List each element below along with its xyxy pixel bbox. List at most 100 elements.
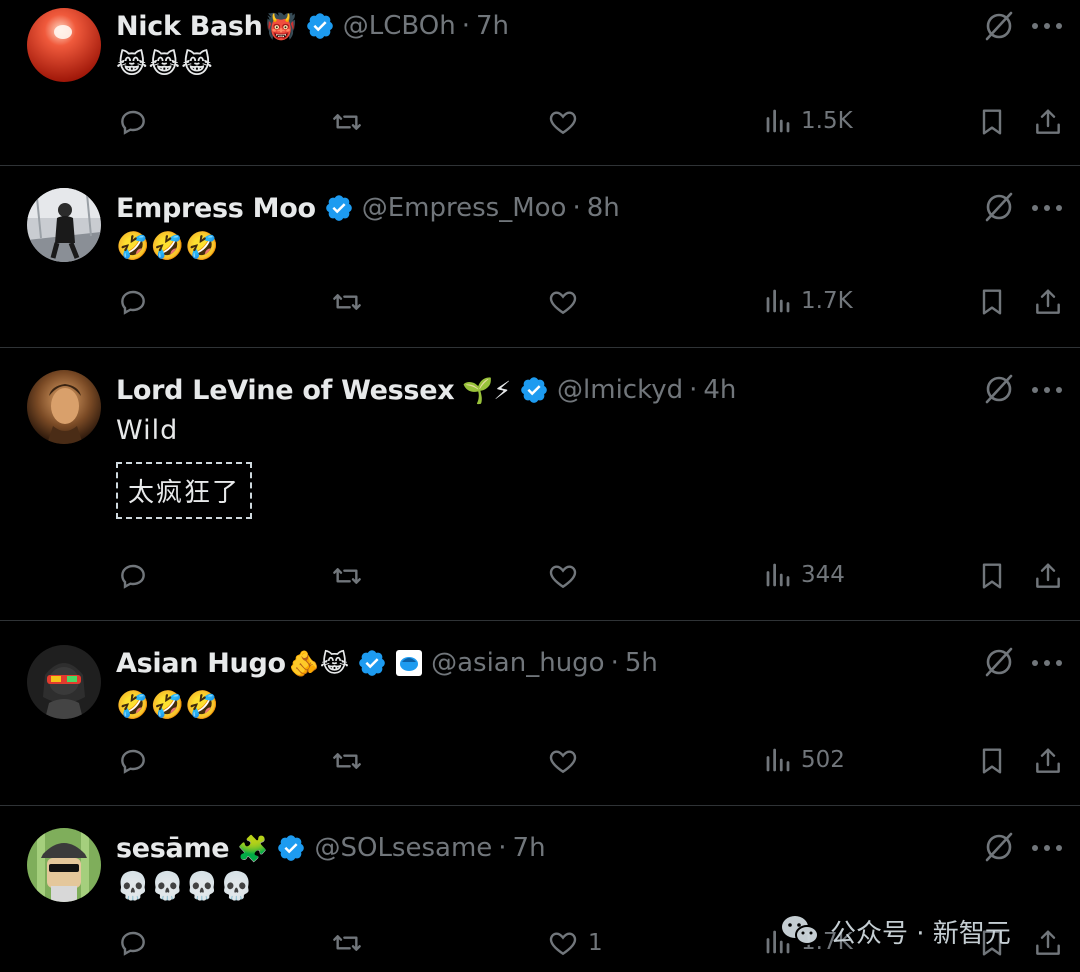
reply-button[interactable] xyxy=(117,927,149,959)
separator-dot: · xyxy=(610,648,619,678)
like-button[interactable] xyxy=(546,745,588,777)
retweet-icon xyxy=(333,114,361,130)
user-handle[interactable]: @LCBOh xyxy=(343,11,456,41)
tweet-item[interactable]: Nick Bash 👹 @LCBOh · 7h 😹😹😹 1.5K xyxy=(0,0,1080,166)
like-button[interactable]: 1 xyxy=(546,927,603,959)
reply-button[interactable] xyxy=(117,106,149,138)
more-options-icon[interactable] xyxy=(1032,385,1062,395)
user-handle[interactable]: @SOLsesame xyxy=(314,833,492,863)
avatar[interactable] xyxy=(27,645,101,719)
name-emoji: 👹 xyxy=(265,11,297,41)
tweet-item[interactable]: Lord LeVine of Wessex 🌱⚡ @lmickyd · 4h W… xyxy=(0,348,1080,621)
wechat-icon xyxy=(782,916,819,945)
like-button[interactable] xyxy=(546,560,588,592)
retweet-button[interactable] xyxy=(330,927,364,959)
views-button[interactable]: 344 xyxy=(763,560,845,590)
separator-dot: · xyxy=(498,833,507,863)
view-count: 1.5K xyxy=(801,108,853,134)
view-count: 502 xyxy=(801,747,845,773)
reply-icon xyxy=(121,749,145,774)
bookmark-button[interactable] xyxy=(976,745,1008,777)
display-name[interactable]: Asian Hugo xyxy=(116,648,286,679)
reply-icon xyxy=(121,290,145,315)
display-name[interactable]: sesāme xyxy=(116,833,230,864)
bookmark-button[interactable] xyxy=(976,560,1008,592)
tweet-text: 🤣🤣🤣 xyxy=(116,231,220,262)
bookmark-icon xyxy=(982,109,1002,135)
retweet-icon xyxy=(333,935,361,951)
grok-icon[interactable] xyxy=(982,9,1016,43)
bookmark-button[interactable] xyxy=(976,286,1008,318)
share-button[interactable] xyxy=(1032,927,1064,959)
grok-icon[interactable] xyxy=(982,372,1016,406)
heart-icon xyxy=(549,750,577,774)
tweet-header: Asian Hugo 🫵😹 @asian_hugo · 5h xyxy=(116,643,658,683)
bookmark-icon xyxy=(982,289,1002,315)
reply-button[interactable] xyxy=(117,745,149,777)
verified-badge-icon xyxy=(278,835,305,861)
display-name[interactable]: Lord LeVine of Wessex xyxy=(116,375,455,406)
tweet-header: Nick Bash 👹 @LCBOh · 7h xyxy=(116,6,509,46)
share-button[interactable] xyxy=(1032,286,1064,318)
display-name[interactable]: Empress Moo xyxy=(116,193,316,224)
like-button[interactable] xyxy=(546,106,588,138)
grok-icon[interactable] xyxy=(982,645,1016,679)
affiliate-badge-icon[interactable] xyxy=(395,649,423,677)
display-name[interactable]: Nick Bash xyxy=(116,11,263,42)
more-options-icon[interactable] xyxy=(1032,843,1062,853)
avatar[interactable] xyxy=(27,828,101,902)
views-button[interactable]: 502 xyxy=(763,745,845,775)
action-bar: 1.7K xyxy=(0,286,1080,326)
retweet-icon xyxy=(333,294,361,310)
more-options-icon[interactable] xyxy=(1032,203,1062,213)
view-count: 344 xyxy=(801,562,845,588)
timestamp[interactable]: 8h xyxy=(587,193,620,223)
share-button[interactable] xyxy=(1032,745,1064,777)
tweet-text: 💀💀💀💀 xyxy=(116,871,255,902)
tweet-item[interactable]: Asian Hugo 🫵😹 @asian_hugo · 5h 🤣🤣🤣 502 xyxy=(0,621,1080,806)
grok-icon[interactable] xyxy=(982,830,1016,864)
user-handle[interactable]: @asian_hugo xyxy=(431,648,604,678)
retweet-icon xyxy=(333,568,361,584)
retweet-button[interactable] xyxy=(330,286,364,318)
name-emoji: 🌱⚡ xyxy=(462,375,512,405)
tweet-item[interactable]: Empress Moo @Empress_Moo · 8h 🤣🤣🤣 1.7K xyxy=(0,166,1080,348)
views-button[interactable]: 1.7K xyxy=(763,286,853,316)
heart-icon xyxy=(549,291,577,315)
avatar[interactable] xyxy=(27,370,101,444)
more-options-icon[interactable] xyxy=(1032,658,1062,668)
reply-icon xyxy=(121,931,145,956)
avatar[interactable] xyxy=(27,8,101,82)
retweet-button[interactable] xyxy=(330,560,364,592)
grok-icon[interactable] xyxy=(982,190,1016,224)
like-button[interactable] xyxy=(546,286,588,318)
verified-badge-icon xyxy=(325,195,352,221)
share-icon xyxy=(1036,563,1060,588)
avatar[interactable] xyxy=(27,188,101,262)
tweet-text: 😹😹😹 xyxy=(116,49,214,80)
timestamp[interactable]: 7h xyxy=(513,833,546,863)
reply-button[interactable] xyxy=(117,286,149,318)
action-bar: 502 xyxy=(0,745,1080,785)
reply-button[interactable] xyxy=(117,560,149,592)
action-bar: 344 xyxy=(0,560,1080,600)
share-icon xyxy=(1036,289,1060,314)
share-button[interactable] xyxy=(1032,560,1064,592)
retweet-button[interactable] xyxy=(330,745,364,777)
translation-box: 太疯狂了 xyxy=(116,462,253,519)
verified-badge-icon xyxy=(306,13,333,39)
more-options-icon[interactable] xyxy=(1032,21,1062,31)
retweet-button[interactable] xyxy=(330,106,364,138)
timestamp[interactable]: 4h xyxy=(703,375,736,405)
share-icon xyxy=(1036,109,1060,134)
tweet-text: 🤣🤣🤣 xyxy=(116,690,220,721)
views-button[interactable]: 1.5K xyxy=(763,106,853,136)
share-button[interactable] xyxy=(1032,106,1064,138)
user-handle[interactable]: @Empress_Moo xyxy=(362,193,567,223)
timestamp[interactable]: 7h xyxy=(476,11,509,41)
user-handle[interactable]: @lmickyd xyxy=(557,375,683,405)
watermark: 公众号 · 新智元 xyxy=(780,908,1011,954)
timestamp[interactable]: 5h xyxy=(625,648,658,678)
verified-badge-icon xyxy=(359,650,385,676)
bookmark-button[interactable] xyxy=(976,106,1008,138)
